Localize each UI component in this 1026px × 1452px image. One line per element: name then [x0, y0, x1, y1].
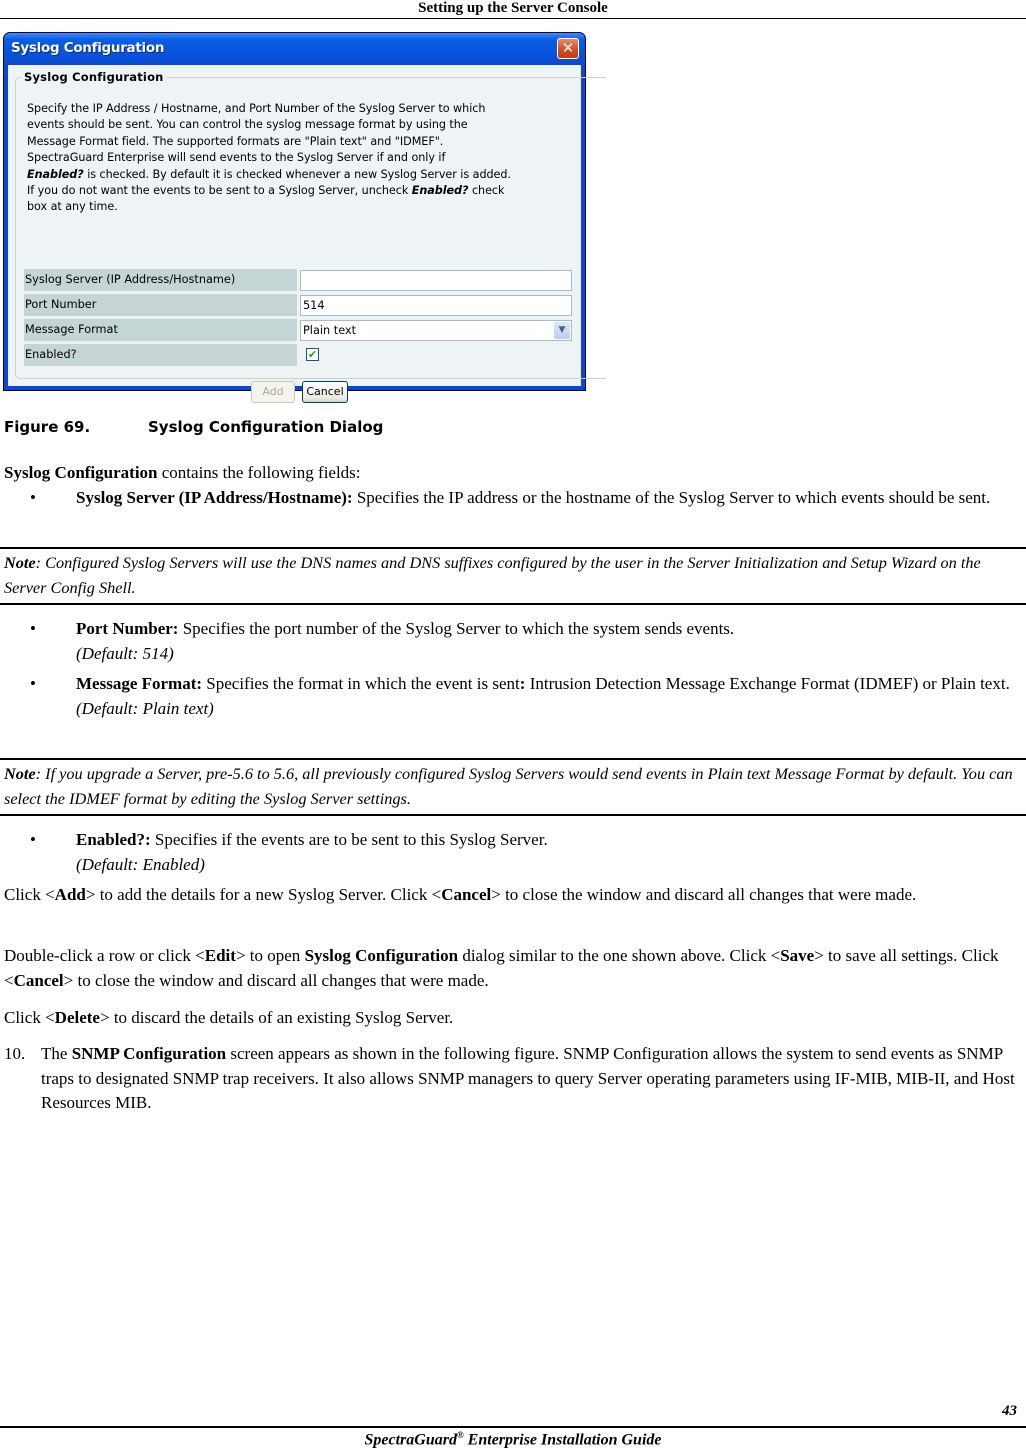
dialog-body: Syslog Configuration Specify the IP Addr… [8, 65, 606, 403]
bullet-text: Specifies the IP address or the hostname… [352, 488, 991, 507]
desc-line: is checked. By default it is checked whe… [83, 167, 511, 181]
syslog-configuration-dialog: Syslog Configuration ✕ Syslog Configurat… [3, 32, 606, 403]
format-label: Message Format [24, 319, 297, 341]
group-title: Syslog Configuration [21, 70, 167, 84]
figure-title: Syslog Configuration Dialog [148, 418, 384, 436]
close-button[interactable]: ✕ [557, 38, 579, 59]
footer-text: Enterprise Installation Guide [463, 1431, 662, 1449]
text: dialog similar to the one shown above. C… [458, 946, 781, 965]
bullet-term: Enabled?: [76, 830, 151, 849]
text: > to discard the details of an existing … [99, 1008, 454, 1027]
text: > to close the window and discard all ch… [491, 885, 917, 904]
running-header: Setting up the Server Console [0, 0, 1026, 19]
server-label: Syslog Server (IP Address/Hostname) [24, 269, 297, 291]
bullet-text: Specifies the port number of the Syslog … [178, 619, 735, 638]
button-ref: Delete [54, 1008, 100, 1027]
screen-ref: SNMP Configuration [71, 1044, 227, 1063]
text: > to open [235, 946, 305, 965]
figure-caption: Figure 69. Syslog Configuration Dialog [4, 418, 383, 436]
bullet-term: Message Format: [76, 674, 203, 693]
dialog-ref: Syslog Configuration [304, 946, 459, 965]
footer-divider [0, 1426, 1026, 1428]
desc-emphasis: Enabled? [411, 184, 469, 198]
text: The [41, 1044, 72, 1063]
server-row: Syslog Server (IP Address/Hostname) [24, 269, 572, 291]
footer-text: SpectraGuard [364, 1431, 457, 1449]
desc-line: events should be sent. You can control t… [27, 118, 468, 132]
note-label: Note [4, 553, 36, 572]
button-ref: Cancel [441, 885, 492, 904]
add-paragraph: Click <Add> to add the details for a new… [4, 883, 1020, 908]
intro-bold: Syslog Configuration [4, 463, 158, 482]
desc-line: SpectraGuard Enterprise will send events… [27, 151, 446, 165]
format-select[interactable]: Plain text ▼ [300, 320, 572, 341]
button-ref: Edit [204, 946, 236, 965]
dialog-description: Specify the IP Address / Hostname, and P… [27, 101, 587, 216]
note-text: : Configured Syslog Servers will use the… [4, 553, 981, 597]
add-button[interactable]: Add [251, 381, 295, 403]
chevron-down-icon[interactable]: ▼ [554, 322, 570, 339]
bullet-text: Specifies the format in which the event … [202, 674, 520, 693]
bullet-term: Port Number: [76, 619, 179, 638]
button-ref: Cancel [13, 970, 64, 990]
close-icon: ✕ [561, 39, 575, 57]
bullet-term: Syslog Server (IP Address/Hostname): [76, 488, 353, 507]
button-ref: Save [780, 946, 815, 965]
bullet-icon: • [30, 619, 36, 638]
desc-emphasis: Enabled? [27, 167, 84, 181]
button-ref: Add [54, 885, 86, 904]
cancel-button[interactable]: Cancel [302, 381, 348, 403]
note-upgrade: Note: If you upgrade a Server, pre-5.6 t… [0, 758, 1026, 816]
desc-line: Specify the IP Address / Hostname, and P… [27, 102, 486, 115]
figure-number: Figure 69. [4, 418, 91, 436]
delete-paragraph: Click <Delete> to discard the details of… [4, 1006, 1020, 1031]
default-value: (Default: Enabled) [76, 854, 205, 874]
text: Click < [4, 1008, 55, 1027]
desc-line: If you do not want the events to be sent… [27, 184, 412, 198]
running-footer: SpectraGuard® Enterprise Installation Gu… [0, 1430, 1026, 1449]
text: Click < [4, 885, 55, 904]
checkmark-icon: ✔ [307, 348, 318, 361]
enabled-checkbox[interactable]: ✔ [306, 348, 319, 361]
desc-line: box at any time. [27, 200, 118, 214]
bullet-text: Intrusion Detection Message Exchange For… [525, 674, 1010, 693]
dialog-title: Syslog Configuration [11, 40, 165, 56]
intro-text: contains the following fields: [157, 463, 361, 482]
registered-mark: ® [456, 1430, 464, 1440]
note-dns: Note: Configured Syslog Servers will use… [0, 547, 1026, 605]
note-label: Note [4, 764, 36, 783]
server-input[interactable] [300, 270, 572, 291]
text: > to add the details for a new Syslog Se… [85, 885, 442, 904]
default-value: (Default: 514) [76, 643, 174, 663]
bullet-icon: • [30, 488, 36, 507]
text: Double-click a row or click < [4, 946, 205, 965]
format-selected-value: Plain text [303, 324, 357, 337]
dialog-titlebar: Syslog Configuration ✕ [4, 33, 585, 65]
port-input[interactable]: 514 [300, 295, 572, 316]
edit-paragraph: Double-click a row or click <Edit> to op… [4, 944, 1020, 993]
port-row: Port Number 514 [24, 294, 572, 316]
bullet-icon: • [30, 674, 36, 693]
desc-line: check [468, 184, 505, 198]
note-text: : If you upgrade a Server, pre-5.6 to 5.… [4, 764, 1013, 808]
enabled-label: Enabled? [24, 344, 297, 366]
port-label: Port Number [24, 294, 297, 316]
bullet-icon: • [30, 830, 36, 849]
step-number: 10. [4, 1044, 26, 1063]
page-number: 43 [1002, 1403, 1017, 1419]
enabled-row: Enabled? ✔ [24, 344, 569, 366]
default-value: (Default: Plain text) [76, 698, 214, 718]
bullet-text: Specifies if the events are to be sent t… [150, 830, 548, 849]
text: > to close the window and discard all ch… [63, 970, 489, 990]
desc-line: Message Format field. The supported form… [27, 134, 444, 148]
format-row: Message Format Plain text ▼ [24, 319, 572, 341]
intro-paragraph: Syslog Configuration contains the follow… [4, 461, 1020, 486]
